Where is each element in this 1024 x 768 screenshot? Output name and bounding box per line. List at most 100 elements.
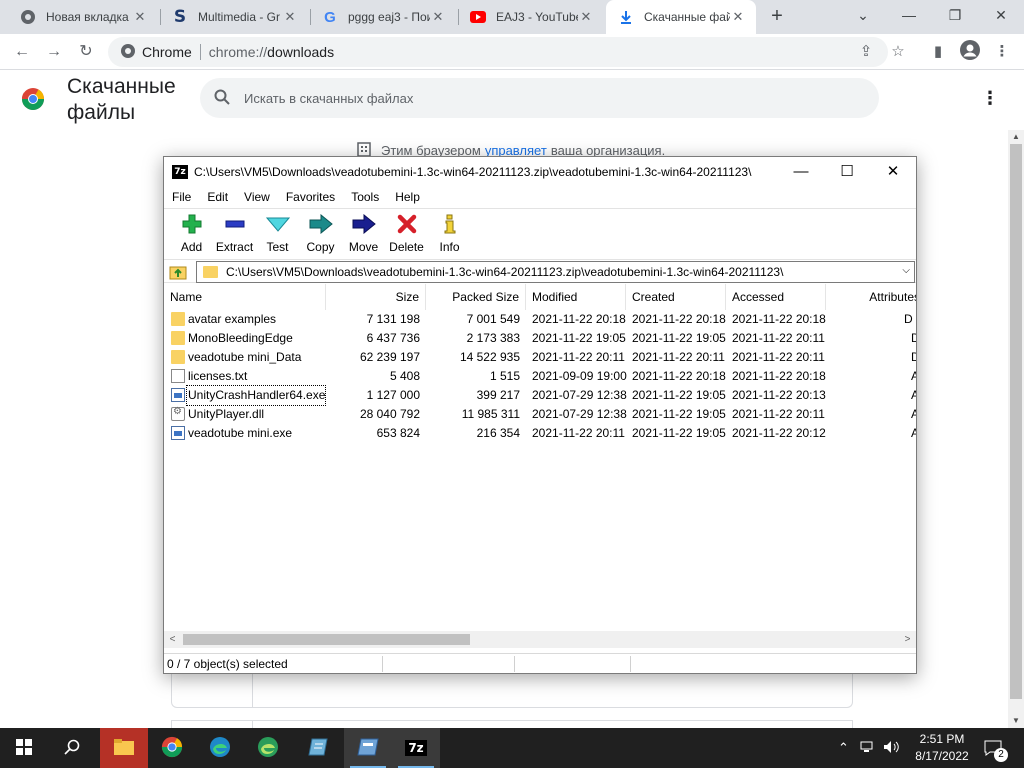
close-icon[interactable]: ✕ — [578, 9, 594, 25]
column-header-created[interactable]: Created — [626, 284, 726, 310]
browser-toolbar: ← → ↻ Chrome chrome://downloads ⇪ ☆ ▮ ⋮ — [0, 34, 1024, 70]
forward-button[interactable]: → — [42, 40, 66, 64]
taskbar-edge-beta[interactable] — [244, 728, 292, 768]
chevron-up-icon[interactable]: ⌃ — [838, 740, 849, 756]
scrollbar-thumb[interactable] — [183, 634, 470, 645]
status-bar: 0 / 7 object(s) selected — [164, 653, 916, 673]
network-icon[interactable] — [859, 740, 875, 757]
notification-center-button[interactable]: 2 — [982, 728, 1018, 768]
volume-icon[interactable] — [883, 740, 901, 757]
extract-button[interactable]: Extract — [213, 209, 256, 257]
system-tray: ⌃ — [838, 728, 901, 768]
taskbar-chrome[interactable] — [148, 728, 196, 768]
column-header-name[interactable]: Name — [164, 284, 326, 310]
close-icon[interactable]: ✕ — [730, 9, 746, 25]
column-header-accessed[interactable]: Accessed — [726, 284, 826, 310]
table-row[interactable]: UnityCrashHandler64.exe 1 127 000 399 21… — [164, 385, 916, 406]
folder-icon — [171, 312, 185, 326]
youtube-icon — [470, 9, 486, 25]
window-title: C:\Users\VM5\Downloads\veadotubemini-1.3… — [194, 165, 752, 179]
folder-icon — [171, 331, 185, 345]
back-button[interactable]: ← — [10, 40, 34, 64]
test-icon — [265, 213, 290, 235]
bookmark-star-icon[interactable]: ☆ — [886, 40, 910, 64]
profile-avatar[interactable] — [958, 40, 982, 64]
sevenzip-titlebar[interactable]: 7z C:\Users\VM5\Downloads\veadotubemini-… — [164, 157, 916, 187]
search-button[interactable] — [48, 728, 96, 768]
notepad-icon — [307, 737, 329, 760]
taskbar-clock[interactable]: 2:51 PM 8/17/2022 — [906, 731, 978, 765]
s-logo-icon: S — [173, 7, 187, 27]
minimize-button[interactable]: — — [886, 0, 932, 30]
tab-downloads[interactable]: Скачанные фай ✕ — [606, 0, 756, 34]
menu-tools[interactable]: Tools — [343, 190, 387, 204]
column-header-modified[interactable]: Modified — [526, 284, 626, 310]
copy-icon — [309, 213, 333, 235]
move-icon — [352, 213, 376, 235]
text-file-icon — [171, 369, 185, 383]
taskbar-edge[interactable] — [196, 728, 244, 768]
tab-new-tab[interactable]: Новая вкладка ✕ — [8, 0, 158, 34]
chevron-down-icon[interactable]: ⌵ — [902, 265, 910, 276]
new-tab-button[interactable]: + — [766, 6, 788, 28]
add-button[interactable]: Add — [170, 209, 213, 257]
horizontal-scrollbar[interactable]: < > — [164, 631, 916, 648]
test-button[interactable]: Test — [256, 209, 299, 257]
table-row[interactable]: MonoBleedingEdge 6 437 736 2 173 383 202… — [164, 329, 916, 348]
windows-start-button[interactable] — [0, 728, 48, 768]
tab-google-search[interactable]: G pggg eaj3 - Пои ✕ — [310, 0, 456, 34]
table-row[interactable]: licenses.txt 5 408 1 515 2021-09-09 19:0… — [164, 367, 916, 386]
search-icon — [214, 89, 230, 108]
column-header-attributes[interactable]: Attributes — [826, 284, 916, 310]
close-icon[interactable]: ✕ — [282, 9, 298, 25]
page-scrollbar[interactable]: ▲ ▼ — [1008, 130, 1024, 728]
search-icon — [64, 739, 80, 758]
tab-youtube[interactable]: EAJ3 - YouTube ✕ — [458, 0, 604, 34]
taskbar-notepad[interactable] — [294, 728, 342, 768]
side-panel-icon[interactable]: ▮ — [926, 40, 950, 64]
table-row[interactable]: veadotube mini.exe 653 824 216 354 2021-… — [164, 424, 916, 443]
browser-menu-icon[interactable]: ⋮ — [990, 40, 1014, 64]
downloads-menu-icon[interactable]: ⋮ — [980, 88, 1000, 108]
info-button[interactable]: Info — [428, 209, 471, 257]
menu-view[interactable]: View — [236, 190, 278, 204]
scroll-left-icon[interactable]: < — [164, 631, 181, 648]
taskbar: 7z ⌃ 2:51 PM 8/17/2022 2 — [0, 728, 1024, 768]
table-row[interactable]: UnityPlayer.dll 28 040 792 11 985 311 20… — [164, 405, 916, 424]
download-card — [171, 720, 853, 729]
taskbar-file-explorer[interactable] — [100, 728, 148, 768]
table-row[interactable]: avatar examples 7 131 198 7 001 549 2021… — [164, 310, 916, 329]
column-header-size[interactable]: Size — [326, 284, 426, 310]
share-icon[interactable]: ⇪ — [854, 40, 878, 64]
omnibox[interactable]: Chrome chrome://downloads — [108, 37, 888, 67]
menu-favorites[interactable]: Favorites — [278, 190, 343, 204]
folder-up-icon[interactable] — [169, 263, 189, 281]
info-icon — [438, 213, 462, 235]
tab-multimedia[interactable]: S Multimedia - Gr ✕ — [160, 0, 308, 34]
taskbar-file-manager[interactable] — [344, 728, 392, 768]
move-button[interactable]: Move — [342, 209, 385, 257]
tab-title: EAJ3 - YouTube — [496, 10, 578, 24]
edge-beta-icon — [257, 736, 279, 761]
search-input[interactable]: Искать в скачанных файлах — [200, 78, 879, 118]
close-icon[interactable]: ✕ — [430, 9, 446, 25]
menu-file[interactable]: File — [164, 190, 199, 204]
menu-help[interactable]: Help — [387, 190, 428, 204]
close-icon[interactable]: ✕ — [132, 9, 148, 25]
maximize-button[interactable]: ☐ — [824, 157, 870, 187]
delete-button[interactable]: Delete — [385, 209, 428, 257]
minimize-button[interactable]: — — [778, 157, 824, 187]
menu-edit[interactable]: Edit — [199, 190, 236, 204]
path-field[interactable]: C:\Users\VM5\Downloads\veadotubemini-1.3… — [196, 261, 915, 283]
close-window-button[interactable]: ✕ — [978, 0, 1024, 30]
taskbar-7zip[interactable]: 7z — [392, 728, 440, 768]
close-window-button[interactable]: ✕ — [870, 157, 916, 187]
selection-status: 0 / 7 object(s) selected — [167, 657, 288, 671]
restore-button[interactable]: ❐ — [932, 0, 978, 30]
column-header-packed-size[interactable]: Packed Size — [426, 284, 526, 310]
table-row[interactable]: veadotube mini_Data 62 239 197 14 522 93… — [164, 348, 916, 367]
reload-button[interactable]: ↻ — [74, 40, 98, 64]
chevron-down-icon[interactable]: ⌄ — [840, 0, 886, 30]
scroll-right-icon[interactable]: > — [899, 631, 916, 648]
copy-button[interactable]: Copy — [299, 209, 342, 257]
